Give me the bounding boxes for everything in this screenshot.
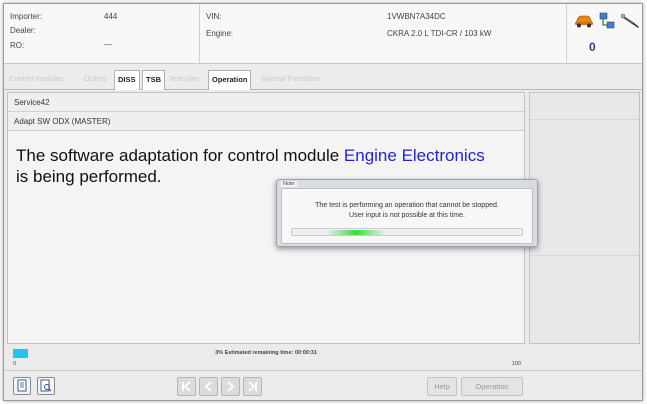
adaptation-row: Adapt SW ODX (MASTER)	[8, 112, 524, 131]
panel-divider	[530, 255, 639, 256]
document-search-icon	[40, 379, 52, 392]
panel-divider	[530, 119, 639, 120]
chevron-left-icon	[204, 381, 212, 392]
tab-test-plan[interactable]: Test plan	[166, 70, 202, 90]
engine-value: CKRA 2.0 L TDI-CR / 103 kW	[387, 29, 492, 38]
service-name: Service42	[14, 98, 50, 107]
vin-label: VIN:	[206, 12, 222, 21]
message-text: The software adaptation for control modu…	[16, 146, 344, 165]
previous-button[interactable]	[199, 377, 218, 396]
dialog-body: The test is performing an operation that…	[281, 188, 533, 244]
progress-area: 3% Estimated remaining time: 00:00:31 0 …	[7, 346, 525, 370]
vehicle-header: Importer: 444 Dealer: RO: — VIN: 1VWBN7A…	[4, 4, 642, 64]
control-module-name: Engine Electronics	[343, 146, 485, 165]
help-button[interactable]: Help	[427, 377, 457, 396]
engine-label: Engine:	[206, 29, 234, 38]
last-page-button[interactable]	[243, 377, 262, 396]
network-icon[interactable]	[598, 12, 616, 30]
tab-bar: Control modules Orders DISS TSB Test pla…	[4, 66, 642, 90]
ro-label: RO:	[10, 41, 25, 50]
note-dialog: Note The test is performing an operation…	[276, 179, 538, 247]
tab-special-functions[interactable]: Special Functions	[258, 70, 323, 90]
skip-forward-icon	[248, 381, 257, 392]
operation-button[interactable]: Operation	[461, 377, 523, 396]
car-icon[interactable]	[574, 14, 594, 28]
bottom-toolbar: Help Operation	[4, 370, 642, 400]
importer-label: Importer:	[10, 12, 43, 21]
busy-indicator-glow	[326, 230, 386, 235]
probe-icon[interactable]	[620, 12, 640, 30]
first-page-button[interactable]	[177, 377, 196, 396]
service-row: Service42	[8, 93, 524, 112]
vin-value: 1VWBN7A34DC	[387, 12, 446, 21]
chevron-right-icon	[227, 381, 235, 392]
dialog-message: The test is performing an operation that…	[315, 202, 499, 209]
print-button[interactable]	[13, 377, 31, 395]
counter-badge: 0	[589, 40, 596, 54]
ro-value: —	[104, 40, 112, 49]
skip-back-icon	[182, 381, 191, 392]
status-icons	[574, 12, 640, 52]
progress-max: 100	[511, 361, 521, 367]
dialog-message-secondary: User input is not possible at this time.	[349, 212, 465, 219]
tab-diss[interactable]: DISS	[114, 70, 140, 90]
importer-value: 444	[104, 12, 118, 21]
tab-operation[interactable]: Operation	[208, 70, 252, 90]
message-text-end: is being performed.	[16, 167, 162, 186]
busy-indicator	[291, 228, 523, 236]
header-divider	[566, 4, 567, 64]
next-button[interactable]	[221, 377, 240, 396]
dialog-title: Note	[281, 181, 297, 187]
tab-orders[interactable]: Orders	[81, 70, 110, 90]
adaptation-name: Adapt SW ODX (MASTER)	[14, 117, 111, 126]
progress-text: 3% Estimated remaining time: 00:00:31	[215, 350, 317, 356]
diagnostic-window: Importer: 444 Dealer: RO: — VIN: 1VWBN7A…	[3, 3, 643, 401]
progress-min: 0	[13, 361, 17, 367]
document-icon	[17, 379, 27, 392]
tab-tsb[interactable]: TSB	[142, 70, 165, 90]
protocol-button[interactable]	[37, 377, 55, 395]
dealer-label: Dealer:	[10, 26, 36, 35]
side-panel	[529, 92, 640, 344]
tab-control-modules[interactable]: Control modules	[6, 70, 67, 90]
header-divider	[199, 4, 200, 64]
